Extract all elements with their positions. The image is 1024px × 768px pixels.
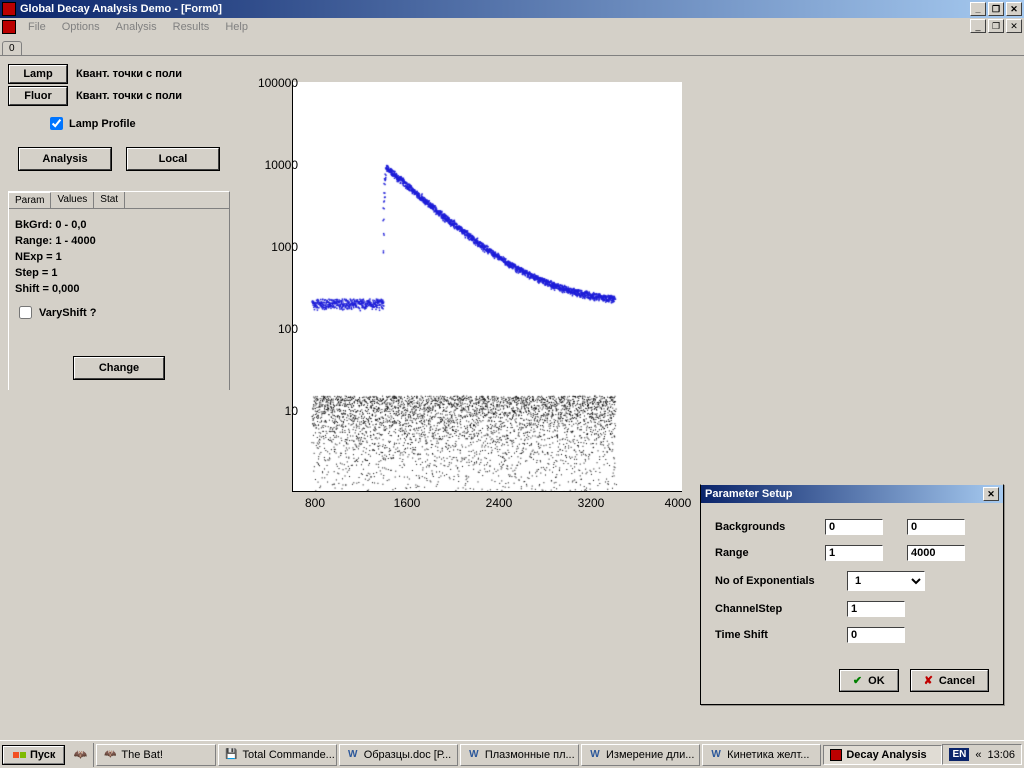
word-icon: W bbox=[346, 748, 360, 762]
menu-results[interactable]: Results bbox=[165, 19, 218, 35]
range-input-a[interactable] bbox=[825, 545, 883, 561]
app-icon bbox=[2, 2, 16, 16]
fluor-label: Квант. точки с поли bbox=[76, 90, 182, 102]
xtick-4000: 4000 bbox=[658, 496, 698, 510]
quick-launch: 🦇 bbox=[67, 743, 94, 767]
maximize-button[interactable]: ❐ bbox=[988, 2, 1004, 16]
lamp-profile-label: Lamp Profile bbox=[69, 118, 136, 130]
bat-icon: 🦇 bbox=[103, 748, 117, 762]
lang-indicator[interactable]: EN bbox=[949, 748, 969, 761]
timeshift-input[interactable] bbox=[847, 627, 905, 643]
clock: 13:06 bbox=[988, 749, 1016, 761]
menubar: File Options Analysis Results Help _ ❐ ✕ bbox=[0, 18, 1024, 36]
mdi-minimize-button[interactable]: _ bbox=[970, 19, 986, 33]
param-nexp: NExp = 1 bbox=[15, 251, 223, 263]
tab-param[interactable]: Param bbox=[9, 192, 51, 208]
task-decay-analysis[interactable]: Decay Analysis bbox=[823, 745, 942, 765]
taskbar: Пуск 🦇 🦇The Bat! 💾Total Commande... WОбр… bbox=[0, 740, 1024, 768]
change-button[interactable]: Change bbox=[74, 357, 164, 379]
title-text: Global Decay Analysis Demo - [Form0] bbox=[20, 3, 222, 15]
system-tray: EN « 13:06 bbox=[942, 744, 1022, 765]
dialog-title: Parameter Setup bbox=[705, 488, 792, 500]
task-doc3[interactable]: WИзмерение дли... bbox=[581, 744, 700, 766]
ytick-100000: 100000 bbox=[238, 76, 298, 90]
word-icon: W bbox=[709, 748, 723, 762]
xtick-1600: 1600 bbox=[387, 496, 427, 510]
app-icon-small bbox=[830, 749, 842, 761]
backgrounds-label: Backgrounds bbox=[715, 521, 825, 533]
parameter-setup-dialog: Parameter Setup ✕ Backgrounds Range No o… bbox=[700, 484, 1004, 705]
menu-help[interactable]: Help bbox=[217, 19, 256, 35]
fluor-button[interactable]: Fluor bbox=[9, 87, 67, 105]
task-doc1[interactable]: WОбразцы.doc [Р... bbox=[339, 744, 458, 766]
tab-stat[interactable]: Stat bbox=[94, 192, 125, 208]
form-tabstrip: 0 bbox=[0, 36, 1024, 56]
decay-plot bbox=[292, 82, 682, 492]
dialog-titlebar: Parameter Setup ✕ bbox=[701, 485, 1003, 503]
lamp-profile-checkbox[interactable] bbox=[50, 117, 63, 130]
mdi-close-button[interactable]: ✕ bbox=[1006, 19, 1022, 33]
titlebar: Global Decay Analysis Demo - [Form0] _ ❐… bbox=[0, 0, 1024, 18]
menu-file[interactable]: File bbox=[20, 19, 54, 35]
dialog-close-button[interactable]: ✕ bbox=[983, 487, 999, 501]
doc-icon bbox=[2, 20, 16, 34]
task-totalcmd[interactable]: 💾Total Commande... bbox=[218, 744, 337, 766]
ytick-10000: 10000 bbox=[238, 158, 298, 172]
param-shift: Shift = 0,000 bbox=[15, 283, 223, 295]
chart-area: 100000 10000 1000 100 10 800 1600 2400 3… bbox=[200, 82, 700, 522]
backgrounds-input-b[interactable] bbox=[907, 519, 965, 535]
task-thebat[interactable]: 🦇The Bat! bbox=[96, 744, 215, 766]
mdi-restore-button[interactable]: ❐ bbox=[988, 19, 1004, 33]
ql-bat-icon[interactable]: 🦇 bbox=[71, 746, 89, 764]
cancel-button[interactable]: ✘Cancel bbox=[910, 669, 989, 692]
xtick-800: 800 bbox=[295, 496, 335, 510]
backgrounds-input-a[interactable] bbox=[825, 519, 883, 535]
lamp-button[interactable]: Lamp bbox=[9, 65, 67, 83]
start-button[interactable]: Пуск bbox=[2, 745, 65, 765]
word-icon: W bbox=[467, 748, 481, 762]
param-range: Range: 1 - 4000 bbox=[15, 235, 223, 247]
param-bkgrd: BkGrd: 0 - 0,0 bbox=[15, 219, 223, 231]
varyshift-label: VaryShift ? bbox=[39, 307, 96, 319]
ytick-1000: 1000 bbox=[238, 240, 298, 254]
channelstep-label: ChannelStep bbox=[715, 603, 847, 615]
ok-button[interactable]: ✔OK bbox=[839, 669, 899, 692]
nexp-label: No of Exponentials bbox=[715, 575, 847, 587]
analysis-button[interactable]: Analysis bbox=[19, 148, 111, 170]
decay-canvas bbox=[293, 82, 683, 492]
task-doc4[interactable]: WКинетика желт... bbox=[702, 744, 821, 766]
x-icon: ✘ bbox=[924, 674, 933, 687]
menu-options[interactable]: Options bbox=[54, 19, 108, 35]
nexp-select[interactable]: 1 bbox=[847, 571, 925, 591]
minimize-button[interactable]: _ bbox=[970, 2, 986, 16]
range-input-b[interactable] bbox=[907, 545, 965, 561]
form-tab-0[interactable]: 0 bbox=[2, 41, 22, 55]
task-doc2[interactable]: WПлазмонные пл... bbox=[460, 744, 579, 766]
ytick-10: 10 bbox=[238, 404, 298, 418]
channelstep-input[interactable] bbox=[847, 601, 905, 617]
windows-flag-icon bbox=[12, 751, 26, 758]
lamp-label: Квант. точки с поли bbox=[76, 68, 182, 80]
close-button[interactable]: ✕ bbox=[1006, 2, 1022, 16]
left-panel: Lamp Квант. точки с поли Fluor Квант. то… bbox=[8, 64, 230, 390]
param-step: Step = 1 bbox=[15, 267, 223, 279]
menu-analysis[interactable]: Analysis bbox=[108, 19, 165, 35]
check-icon: ✔ bbox=[853, 674, 862, 687]
range-label: Range bbox=[715, 547, 825, 559]
timeshift-label: Time Shift bbox=[715, 629, 847, 641]
tab-values[interactable]: Values bbox=[51, 192, 94, 208]
xtick-3200: 3200 bbox=[571, 496, 611, 510]
tray-chevron-icon[interactable]: « bbox=[975, 749, 981, 761]
disk-icon: 💾 bbox=[225, 748, 239, 762]
ytick-100: 100 bbox=[238, 322, 298, 336]
varyshift-checkbox[interactable] bbox=[19, 306, 32, 319]
word-icon: W bbox=[588, 748, 602, 762]
xtick-2400: 2400 bbox=[479, 496, 519, 510]
param-tabset: Param Values Stat BkGrd: 0 - 0,0 Range: … bbox=[8, 191, 230, 390]
